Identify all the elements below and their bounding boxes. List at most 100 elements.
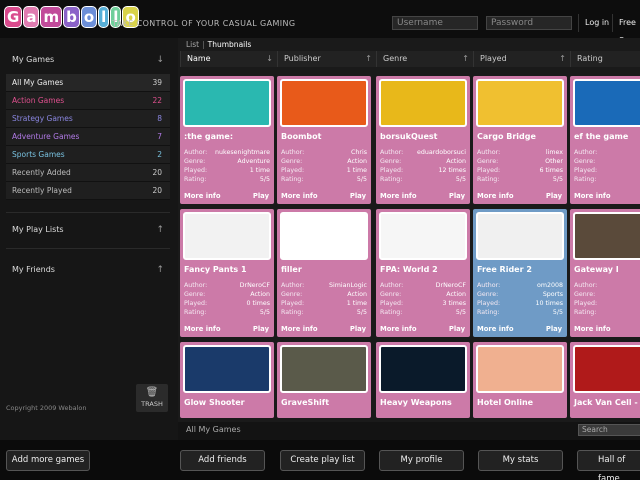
my-profile-button[interactable]: My profile — [379, 450, 464, 471]
game-thumbnail[interactable] — [280, 212, 368, 260]
game-genre-row: Genre:Adve — [574, 157, 640, 166]
hall-of-fame-button[interactable]: Hall of fame — [577, 450, 640, 480]
game-thumbnail[interactable] — [379, 212, 467, 260]
add-more-games-button[interactable]: Add more games — [6, 450, 90, 471]
sidebar-item-all-games[interactable]: All My Games 39 — [6, 74, 170, 92]
my-friends-header[interactable]: My Friends ↑ — [6, 260, 170, 280]
sidebar-item-count: 20 — [152, 186, 162, 195]
meta-label: Played: — [477, 167, 501, 174]
arrow-up-icon[interactable]: ↑ — [156, 220, 164, 240]
more-info-link[interactable]: More info — [574, 189, 611, 203]
more-info-link[interactable]: More info — [380, 189, 417, 203]
game-card[interactable]: Heavy Weapons — [376, 342, 470, 418]
game-thumbnail[interactable] — [183, 212, 271, 260]
sidebar-item-strategy-games[interactable]: Strategy Games 8 — [6, 110, 170, 128]
more-info-link[interactable]: More info — [184, 189, 221, 203]
game-author-row: Author: — [574, 281, 640, 290]
game-card[interactable]: GraveShift — [277, 342, 371, 418]
search-input[interactable]: Search — [578, 424, 640, 436]
meta-label: Genre: — [380, 158, 402, 165]
meta-value: Adventure — [237, 158, 270, 165]
meta-value: 6 times — [539, 167, 563, 174]
game-card[interactable]: Cargo Bridge Author: limex Genre: Other Playe… — [473, 76, 567, 204]
game-thumbnail[interactable] — [476, 79, 564, 127]
game-title: Hotel Online — [477, 398, 534, 407]
game-thumbnail[interactable] — [573, 212, 640, 260]
game-card[interactable]: borsukQuest Author: eduardoborsuci Genre: Ac… — [376, 76, 470, 204]
game-thumbnail[interactable] — [476, 345, 564, 393]
meta-label: Rating: — [380, 309, 403, 316]
more-info-link[interactable]: More info — [477, 189, 514, 203]
play-link[interactable]: Play — [253, 189, 269, 203]
game-thumbnail[interactable] — [573, 79, 640, 127]
sidebar-item-recently-played[interactable]: Recently Played 20 — [6, 182, 170, 200]
game-card-actions: More info Play — [376, 189, 470, 203]
play-link[interactable]: Play — [449, 322, 465, 336]
more-info-link[interactable]: More info — [380, 322, 417, 336]
sidebar-item-adventure-games[interactable]: Adventure Games 7 — [6, 128, 170, 146]
meta-label: Rating: — [281, 176, 304, 183]
more-info-link[interactable]: More info — [477, 322, 514, 336]
game-card[interactable]: Hotel Online — [473, 342, 567, 418]
game-thumbnail[interactable] — [280, 345, 368, 393]
play-link[interactable]: Play — [350, 189, 366, 203]
game-thumbnail[interactable] — [379, 79, 467, 127]
sidebar-item-label: All My Games — [12, 78, 64, 87]
meta-value: 5/5 — [552, 176, 563, 183]
sidebar-item-action-games[interactable]: Action Games 22 — [6, 92, 170, 110]
add-friends-button[interactable]: Add friends — [180, 450, 265, 471]
arrow-down-icon[interactable]: ↓ — [156, 50, 164, 70]
game-card[interactable]: Glow Shooter — [180, 342, 274, 418]
trash-button[interactable]: 🗑 TRASH — [136, 384, 168, 412]
game-card[interactable]: :the game: Author: nukesenightmare Genre: Ad… — [180, 76, 274, 204]
play-link[interactable]: Play — [449, 189, 465, 203]
arrow-up-icon[interactable]: ↑ — [156, 260, 164, 280]
meta-value: 1 time — [346, 300, 367, 307]
more-info-link[interactable]: More info — [281, 322, 318, 336]
game-card[interactable]: Boombot Author: Chris Genre: Action Played: 1 … — [277, 76, 371, 204]
my-games-header[interactable]: My Games ↓ — [6, 50, 170, 70]
sidebar-item-sports-games[interactable]: Sports Games 2 — [6, 146, 170, 164]
play-link[interactable]: Play — [546, 189, 562, 203]
my-play-lists-header[interactable]: My Play Lists ↑ — [6, 220, 170, 240]
meta-label: Author: — [477, 149, 501, 156]
meta-label: Genre: — [281, 291, 303, 298]
game-genre-row: Genre: Action — [281, 290, 367, 299]
password-input[interactable]: Password — [486, 16, 572, 30]
more-info-link[interactable]: More info — [184, 322, 221, 336]
meta-value: 12 times — [438, 167, 466, 174]
game-card-actions: More info Play — [180, 189, 274, 203]
game-card[interactable]: Fancy Pants 1 Author: DrNeroCF Genre: Action… — [180, 209, 274, 337]
free-signup-button[interactable]: Free S — [612, 14, 640, 45]
my-stats-button[interactable]: My stats — [478, 450, 563, 471]
more-info-link[interactable]: More info — [574, 322, 611, 336]
meta-label: Rating: — [281, 309, 304, 316]
logo-letter: a — [23, 6, 40, 28]
bottom-toolbar: Add more games Add friends Create play l… — [0, 440, 640, 480]
game-card[interactable]: ef the game Author:Genre:AdvePlayed: Ratin… — [570, 76, 640, 204]
game-card[interactable]: Gateway I Author:Genre:AdvePlayed: Rating:… — [570, 209, 640, 337]
meta-value: Action — [446, 158, 466, 165]
game-category-list: All My Games 39 Action Games 22 Strategy… — [6, 74, 170, 200]
game-thumbnail[interactable] — [379, 345, 467, 393]
game-thumbnail[interactable] — [183, 345, 271, 393]
play-link[interactable]: Play — [546, 322, 562, 336]
game-thumbnail[interactable] — [476, 212, 564, 260]
game-card[interactable]: FPA: World 2 Author: DrNeroCF Genre: Action P… — [376, 209, 470, 337]
sidebar-item-recently-added[interactable]: Recently Added 20 — [6, 164, 170, 182]
game-card[interactable]: filler Author: SimianLogic Genre: Action Play… — [277, 209, 371, 337]
my-friends-label: My Friends — [12, 265, 55, 274]
create-play-list-button[interactable]: Create play list — [280, 450, 365, 471]
game-card[interactable]: Jack Van Cell - — [570, 342, 640, 418]
trash-icon: 🗑 — [145, 387, 159, 398]
game-thumbnail[interactable] — [573, 345, 640, 393]
username-input[interactable]: Username — [392, 16, 478, 30]
play-link[interactable]: Play — [350, 322, 366, 336]
game-thumbnail[interactable] — [280, 79, 368, 127]
play-link[interactable]: Play — [253, 322, 269, 336]
more-info-link[interactable]: More info — [281, 189, 318, 203]
game-rating-row: Rating: 5/5 — [477, 175, 563, 184]
game-thumbnail[interactable] — [183, 79, 271, 127]
game-card[interactable]: Free Rider 2 Author: om2008 Genre: Sports Pla… — [473, 209, 567, 337]
login-button[interactable]: Log in — [578, 14, 615, 32]
